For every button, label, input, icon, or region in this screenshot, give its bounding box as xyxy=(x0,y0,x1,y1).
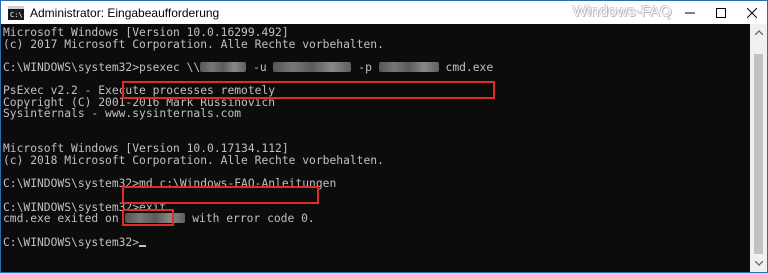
cmd-window: C:\ Administrator: Eingabeaufforderung W… xyxy=(0,0,768,273)
current-prompt-line[interactable]: C:\WINDOWS\system32> xyxy=(3,235,750,249)
close-button[interactable] xyxy=(736,1,767,24)
watermark-logo: Windows-FAQ xyxy=(572,3,672,20)
console-line: Sysinternals - www.sysinternals.com xyxy=(3,107,242,121)
prompt-text: C:\WINDOWS\system32> xyxy=(3,235,140,249)
scroll-down-button[interactable] xyxy=(750,255,767,272)
console-line: (c) 2017 Microsoft Corporation. Alle Rec… xyxy=(3,37,384,51)
console-line: Microsoft Windows [Version 10.0.16299.49… xyxy=(3,26,289,39)
md-command-line: C:\WINDOWS\system32>md c:\Windows-FAQ-An… xyxy=(3,177,337,191)
highlight-box-psexec xyxy=(122,81,495,99)
highlight-box-exit xyxy=(122,209,174,226)
exit-result-prefix: cmd.exe exited on xyxy=(3,212,119,226)
svg-text:C:\: C:\ xyxy=(10,11,23,19)
password-flag: -p xyxy=(358,60,372,74)
close-icon xyxy=(746,7,757,18)
minimize-button[interactable] xyxy=(674,1,705,24)
exit-result-suffix: with error code 0. xyxy=(192,212,315,226)
psexec-command-line: C:\WINDOWS\system32>psexec \\ -u -p cmd.… xyxy=(3,62,750,74)
maximize-button[interactable] xyxy=(705,1,736,24)
vertical-scrollbar[interactable] xyxy=(750,24,767,272)
text-cursor xyxy=(139,244,147,247)
console-line: (c) 2018 Microsoft Corporation. Alle Rec… xyxy=(3,154,384,168)
highlight-box-md xyxy=(122,186,319,204)
minimize-icon xyxy=(684,12,695,13)
console-output[interactable]: Microsoft Windows [Version 10.0.16299.49… xyxy=(1,24,750,272)
chevron-up-icon xyxy=(754,30,763,35)
scroll-up-button[interactable] xyxy=(750,24,767,41)
chevron-down-icon xyxy=(754,261,763,266)
window-title: Administrator: Eingabeaufforderung xyxy=(30,5,220,20)
cmd-icon: C:\ xyxy=(8,5,24,21)
prompt-text: C:\WINDOWS\system32>psexec \\ xyxy=(3,60,201,74)
scrollbar-thumb[interactable] xyxy=(754,54,763,254)
redacted-hostname xyxy=(200,61,247,72)
redacted-username xyxy=(273,61,352,72)
redacted-password xyxy=(378,61,439,72)
exit-result-line: cmd.exe exited on with error code 0. xyxy=(3,213,750,225)
program-arg: cmd.exe xyxy=(445,60,494,74)
window-controls xyxy=(674,1,767,24)
user-flag: -u xyxy=(253,60,267,74)
maximize-icon xyxy=(715,7,726,18)
title-bar[interactable]: C:\ Administrator: Eingabeaufforderung W… xyxy=(1,1,767,24)
